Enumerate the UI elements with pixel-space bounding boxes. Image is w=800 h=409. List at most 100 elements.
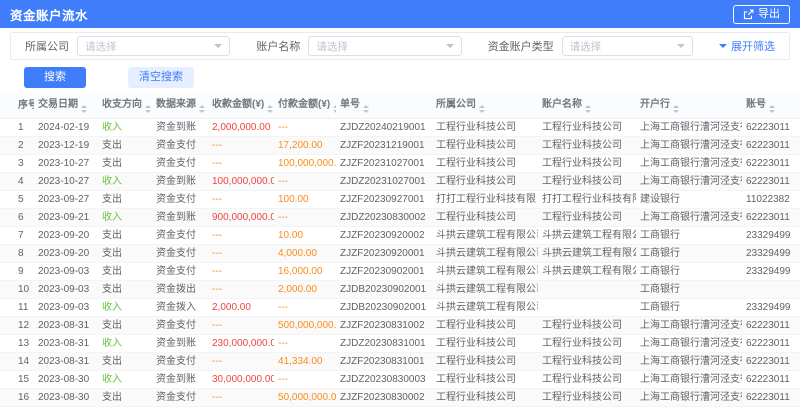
cell-date: 2023-10-27 [34, 154, 98, 172]
cell-order: ZJZF20230830002 [336, 388, 432, 406]
column-header-receive[interactable]: 收款金额(¥) [208, 94, 274, 118]
sort-caret-icon[interactable] [363, 105, 369, 113]
cell-no: 8 [0, 244, 34, 262]
cell-no: 15 [0, 370, 34, 388]
cell-receive: --- [208, 352, 274, 370]
table-row[interactable]: 12024-02-19收入资金到账2,000,000.00---ZJDZ2024… [0, 118, 800, 136]
cell-bank: 上海工商银行漕河泾支行 [636, 208, 742, 226]
sort-caret-icon[interactable] [673, 105, 679, 113]
cell-company: 工程行业科技公司 [432, 208, 538, 226]
sort-caret-icon[interactable] [199, 105, 205, 113]
table-row[interactable]: 152023-08-30收入资金到账30,000,000.00---ZJDZ20… [0, 370, 800, 388]
cell-number: 23329499 [742, 226, 800, 244]
cell-source: 资金支付 [152, 190, 208, 208]
clear-search-button[interactable]: 清空搜索 [128, 67, 194, 88]
cell-direction: 支出 [98, 316, 152, 334]
cell-order: ZJZF20230831002 [336, 316, 432, 334]
table-row[interactable]: 102023-09-03支出资金拨出---2,000.00ZJDB2023090… [0, 280, 800, 298]
chevron-down-icon [719, 44, 727, 48]
table-row[interactable]: 162023-08-30支出资金支付---50,000,000.00ZJZF20… [0, 388, 800, 406]
column-header-source[interactable]: 数据来源 [152, 94, 208, 118]
column-header-direction[interactable]: 收支方向 [98, 94, 152, 118]
table-row[interactable]: 142023-08-31支出资金支付---41,334.00ZJZF202308… [0, 352, 800, 370]
cell-number: 62223011 [742, 118, 800, 136]
cell-account: 工程行业科技公司 [538, 334, 636, 352]
cell-pay: --- [274, 208, 336, 226]
column-header-pay[interactable]: 付款金额(¥) [274, 94, 336, 118]
table-row[interactable]: 42023-10-27收入资金到账100,000,000.00---ZJDZ20… [0, 172, 800, 190]
sort-caret-icon[interactable] [145, 105, 151, 113]
sort-caret-icon[interactable] [333, 105, 336, 113]
table-row[interactable]: 112023-09-03收入资金拨入2,000.00---ZJDB2023090… [0, 298, 800, 316]
table-row[interactable]: 72023-09-20支出资金支付---10.00ZJZF20230920002… [0, 226, 800, 244]
export-button-label: 导出 [758, 9, 780, 20]
column-header-date[interactable]: 交易日期 [34, 94, 98, 118]
search-button[interactable]: 搜索 [24, 67, 86, 88]
column-header-bank[interactable]: 开户行 [636, 94, 742, 118]
cell-direction: 支出 [98, 190, 152, 208]
cell-date: 2023-09-21 [34, 208, 98, 226]
cell-company: 工程行业科技公司 [432, 316, 538, 334]
cell-company: 工程行业科技公司 [432, 334, 538, 352]
sort-caret-icon[interactable] [81, 105, 87, 113]
sort-caret-icon[interactable] [769, 105, 775, 113]
cell-receive: 30,000,000.00 [208, 370, 274, 388]
table-row[interactable]: 82023-09-20支出资金支付---4,000.00ZJZF20230920… [0, 244, 800, 262]
cell-date: 2023-09-20 [34, 244, 98, 262]
table-row[interactable]: 122023-08-31支出资金支付---500,000,000.00ZJZF2… [0, 316, 800, 334]
sort-caret-icon[interactable] [267, 105, 273, 113]
cell-bank: 建设银行 [636, 190, 742, 208]
cell-pay: 41,334.00 [274, 352, 336, 370]
cell-receive: 2,000,000.00 [208, 118, 274, 136]
filter-account-type: 资金账户类型 请选择 [488, 36, 693, 56]
sort-caret-icon[interactable] [585, 105, 591, 113]
cell-company: 工程行业科技公司 [432, 388, 538, 406]
table-row[interactable]: 62023-09-21收入资金到账900,000,000.00---ZJDZ20… [0, 208, 800, 226]
cell-account [538, 298, 636, 316]
cell-date: 2023-08-30 [34, 370, 98, 388]
cell-pay: --- [274, 118, 336, 136]
cell-account: 斗拱云建筑工程有限公司 [538, 226, 636, 244]
cell-company: 工程行业科技公司 [432, 118, 538, 136]
table-row[interactable]: 92023-09-03支出资金支付---16,000.00ZJZF2023090… [0, 262, 800, 280]
cell-order: ZJDZ20230831001 [336, 334, 432, 352]
column-header-account[interactable]: 账户名称 [538, 94, 636, 118]
cell-pay: 16,000.00 [274, 262, 336, 280]
cell-company: 工程行业科技公司 [432, 172, 538, 190]
filter-account-name: 账户名称 请选择 [256, 36, 461, 56]
cell-account: 工程行业科技公司 [538, 208, 636, 226]
cell-receive: 2,000.00 [208, 298, 274, 316]
cell-bank: 工商银行 [636, 244, 742, 262]
column-header-company[interactable]: 所属公司 [432, 94, 538, 118]
cell-bank: 工商银行 [636, 226, 742, 244]
column-header-order[interactable]: 单号 [336, 94, 432, 118]
cell-receive: --- [208, 316, 274, 334]
table-row[interactable]: 52023-09-27支出资金支付---100.00ZJZF2023092700… [0, 190, 800, 208]
sort-caret-icon[interactable] [479, 105, 485, 113]
filter-account-name-label: 账户名称 [256, 38, 300, 54]
column-header-number[interactable]: 账号 [742, 94, 800, 118]
table-row[interactable]: 132023-08-31收入资金到账230,000,000.00---ZJDZ2… [0, 334, 800, 352]
cell-bank: 工商银行 [636, 262, 742, 280]
cell-source: 资金拨入 [152, 298, 208, 316]
cell-direction: 收入 [98, 172, 152, 190]
table-row[interactable]: 22023-12-19支出资金支付---17,200.00ZJZF2023121… [0, 136, 800, 154]
cell-account: 斗拱云建筑工程有限公司 [538, 244, 636, 262]
cell-bank: 上海工商银行漕河泾支行 [636, 370, 742, 388]
cell-no: 11 [0, 298, 34, 316]
cell-no: 3 [0, 154, 34, 172]
cell-no: 9 [0, 262, 34, 280]
cell-date: 2023-08-30 [34, 388, 98, 406]
cell-receive: 230,000,000.00 [208, 334, 274, 352]
cell-number: 62223011 [742, 154, 800, 172]
account-type-select[interactable]: 请选择 [562, 36, 693, 56]
cell-receive: --- [208, 226, 274, 244]
account-name-select[interactable]: 请选择 [308, 36, 461, 56]
company-select[interactable]: 请选择 [77, 36, 230, 56]
cell-pay: 10.00 [274, 226, 336, 244]
table-row[interactable]: 32023-10-27支出资金支付---100,000,000.00ZJZF20… [0, 154, 800, 172]
expand-filters-link[interactable]: 展开筛选 [719, 38, 775, 54]
company-select-placeholder: 请选择 [85, 39, 117, 54]
export-button[interactable]: 导出 [733, 5, 790, 24]
cell-pay: --- [274, 172, 336, 190]
